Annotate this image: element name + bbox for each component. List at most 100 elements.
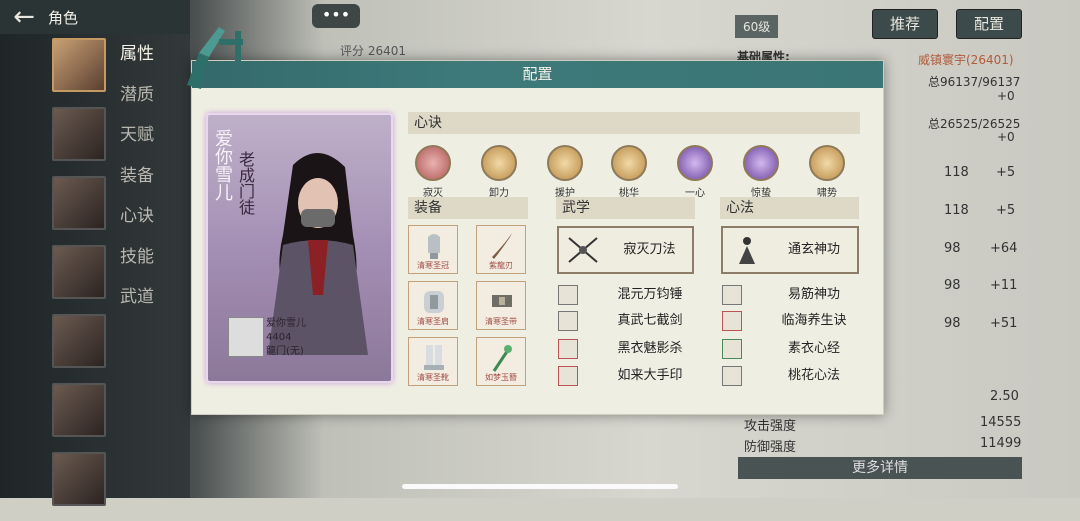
boots-icon — [424, 345, 444, 370]
wuxue-skill-row[interactable]: 真武七截剑 — [558, 311, 698, 331]
xinjue-item[interactable]: 寂灭 — [408, 145, 458, 199]
attack-label: 攻击强度 — [744, 419, 797, 434]
stat-value: 118 — [944, 203, 969, 218]
stat-plus: +5 — [996, 203, 1016, 218]
xinjue-item[interactable]: 一心 — [670, 145, 720, 199]
xinjue-taohua-icon — [611, 145, 647, 181]
equip-label: 清寒圣肩 — [417, 317, 449, 326]
xinfa-main-skill[interactable]: 通玄神功 — [721, 226, 859, 274]
xinjue-item[interactable]: 援护 — [540, 145, 590, 199]
hp-value: 总96137/96137 — [928, 75, 1021, 89]
hp-plus: +0 — [997, 89, 1015, 103]
stat-value: 98 — [944, 316, 961, 331]
defense-value: 11499 — [980, 436, 1022, 451]
mp-plus: +0 — [997, 130, 1015, 144]
xinfa-skill-row[interactable]: 临海养生诀 — [722, 311, 862, 331]
equip-label: 清寒圣带 — [485, 317, 517, 326]
equip-slot-weapon[interactable]: 紫龍刃 — [476, 225, 526, 274]
skill-name: 桃花心法 — [787, 368, 840, 383]
armor-icon — [424, 291, 444, 313]
menu-talent[interactable]: 天赋 — [120, 121, 180, 162]
character-avatar[interactable] — [52, 245, 106, 299]
stat-value: 98 — [944, 241, 961, 256]
stat-value: 118 — [944, 165, 969, 180]
wuxue-header: 武学 — [556, 197, 695, 219]
stat-crit-value: 2.50 — [990, 389, 1019, 404]
character-name-vertical: 爱你雪儿 — [212, 129, 233, 201]
menu-skills[interactable]: 技能 — [120, 243, 180, 284]
menu-wudao[interactable]: 武道 — [120, 283, 180, 324]
more-details-button[interactable]: 更多详情 — [738, 457, 1022, 479]
stat-plus: +11 — [990, 278, 1018, 293]
character-avatar[interactable] — [52, 176, 106, 230]
character-avatar[interactable] — [52, 314, 106, 368]
crossed-blades-icon — [568, 237, 598, 263]
page-title: 角色 — [48, 8, 79, 27]
skill-icon — [722, 285, 742, 305]
config-modal: 配置 爱你雪儿 老成门徒 爱你雪儿 4404 龍门(无) 心诀 寂灭 卸力 援护… — [187, 27, 884, 415]
equip-slot-helmet[interactable]: 清寒圣冠 — [408, 225, 458, 274]
chat-bubble-icon[interactable]: ••• — [312, 4, 360, 28]
defense-label: 防御强度 — [744, 440, 797, 455]
wuxue-skill-row[interactable]: 混元万钧锤 — [558, 285, 698, 305]
skill-icon — [558, 339, 578, 359]
skill-icon — [558, 311, 578, 331]
equip-slot-boots[interactable]: 清寒圣靴 — [408, 337, 458, 386]
equip-header: 装备 — [408, 197, 528, 219]
equip-slot-hairpin[interactable]: 如梦玉簪 — [476, 337, 526, 386]
skill-name: 如来大手印 — [617, 368, 683, 383]
equip-label: 清寒圣靴 — [417, 373, 449, 382]
config-button[interactable]: 配置 — [956, 9, 1022, 39]
wuxue-skill-row[interactable]: 黑衣魅影杀 — [558, 339, 698, 359]
menu-potential[interactable]: 潜质 — [120, 81, 180, 122]
xinfa-skill-row[interactable]: 易筋神功 — [722, 285, 862, 305]
character-avatar[interactable] — [52, 38, 106, 92]
wuxue-main-label: 寂灭刀法 — [623, 242, 676, 257]
xinjue-item[interactable]: 卸力 — [474, 145, 524, 199]
side-menu: 属性 潜质 天赋 装备 心诀 技能 武道 — [120, 40, 180, 324]
player-info: 爱你雪儿 4404 龍门(无) — [266, 317, 306, 359]
xinjue-jingzhe-icon — [743, 145, 779, 181]
menu-xinjue[interactable]: 心诀 — [120, 202, 180, 243]
player-avatar — [228, 317, 264, 357]
character-avatar[interactable] — [52, 107, 106, 161]
equip-slot-shoulder[interactable]: 清寒圣肩 — [408, 281, 458, 330]
level-badge: 60级 — [735, 15, 779, 38]
home-indicator[interactable] — [402, 484, 678, 489]
blade-icon — [492, 233, 512, 259]
xinfa-skill-row[interactable]: 素衣心经 — [722, 339, 862, 359]
xinfa-header: 心法 — [720, 197, 859, 219]
equip-label: 清寒圣冠 — [417, 261, 449, 270]
helmet-icon — [428, 234, 440, 259]
top-bar: ← 角色 — [0, 0, 190, 34]
skill-name: 真武七截剑 — [617, 313, 683, 328]
equip-label: 如梦玉簪 — [485, 373, 517, 382]
xinjue-item[interactable]: 桃华 — [604, 145, 654, 199]
xinjue-item[interactable]: 惊蛰 — [736, 145, 786, 199]
menu-equipment[interactable]: 装备 — [120, 162, 180, 203]
character-avatar[interactable] — [52, 383, 106, 437]
equip-slot-belt[interactable]: 清寒圣带 — [476, 281, 526, 330]
xinjue-header: 心诀 — [408, 112, 860, 134]
back-arrow-icon[interactable]: ← — [0, 0, 48, 34]
menu-attributes[interactable]: 属性 — [120, 40, 180, 81]
skill-name: 素衣心经 — [787, 341, 840, 356]
player-name: 爱你雪儿 — [266, 318, 306, 329]
figure-meditation-icon — [739, 237, 755, 264]
skill-icon — [558, 285, 578, 305]
xinfa-skill-row[interactable]: 桃花心法 — [722, 366, 862, 386]
xinjue-xiaoshi-icon — [809, 145, 845, 181]
wuxue-skill-row[interactable]: 如来大手印 — [558, 366, 698, 386]
skill-name: 混元万钧锤 — [617, 287, 683, 302]
stat-value: 98 — [944, 278, 961, 293]
stat-plus: +5 — [996, 165, 1016, 180]
skill-name: 易筋神功 — [787, 287, 840, 302]
character-card: 爱你雪儿 老成门徒 爱你雪儿 4404 龍门(无) — [206, 113, 393, 383]
player-id: 4404 — [266, 332, 292, 343]
wuxue-main-skill[interactable]: 寂灭刀法 — [557, 226, 694, 274]
recommend-button[interactable]: 推荐 — [872, 9, 938, 39]
skill-name: 临海养生诀 — [781, 313, 847, 328]
skill-name: 黑衣魅影杀 — [617, 341, 683, 356]
xinjue-item[interactable]: 啸势 — [802, 145, 852, 199]
attack-value: 14555 — [980, 415, 1022, 430]
